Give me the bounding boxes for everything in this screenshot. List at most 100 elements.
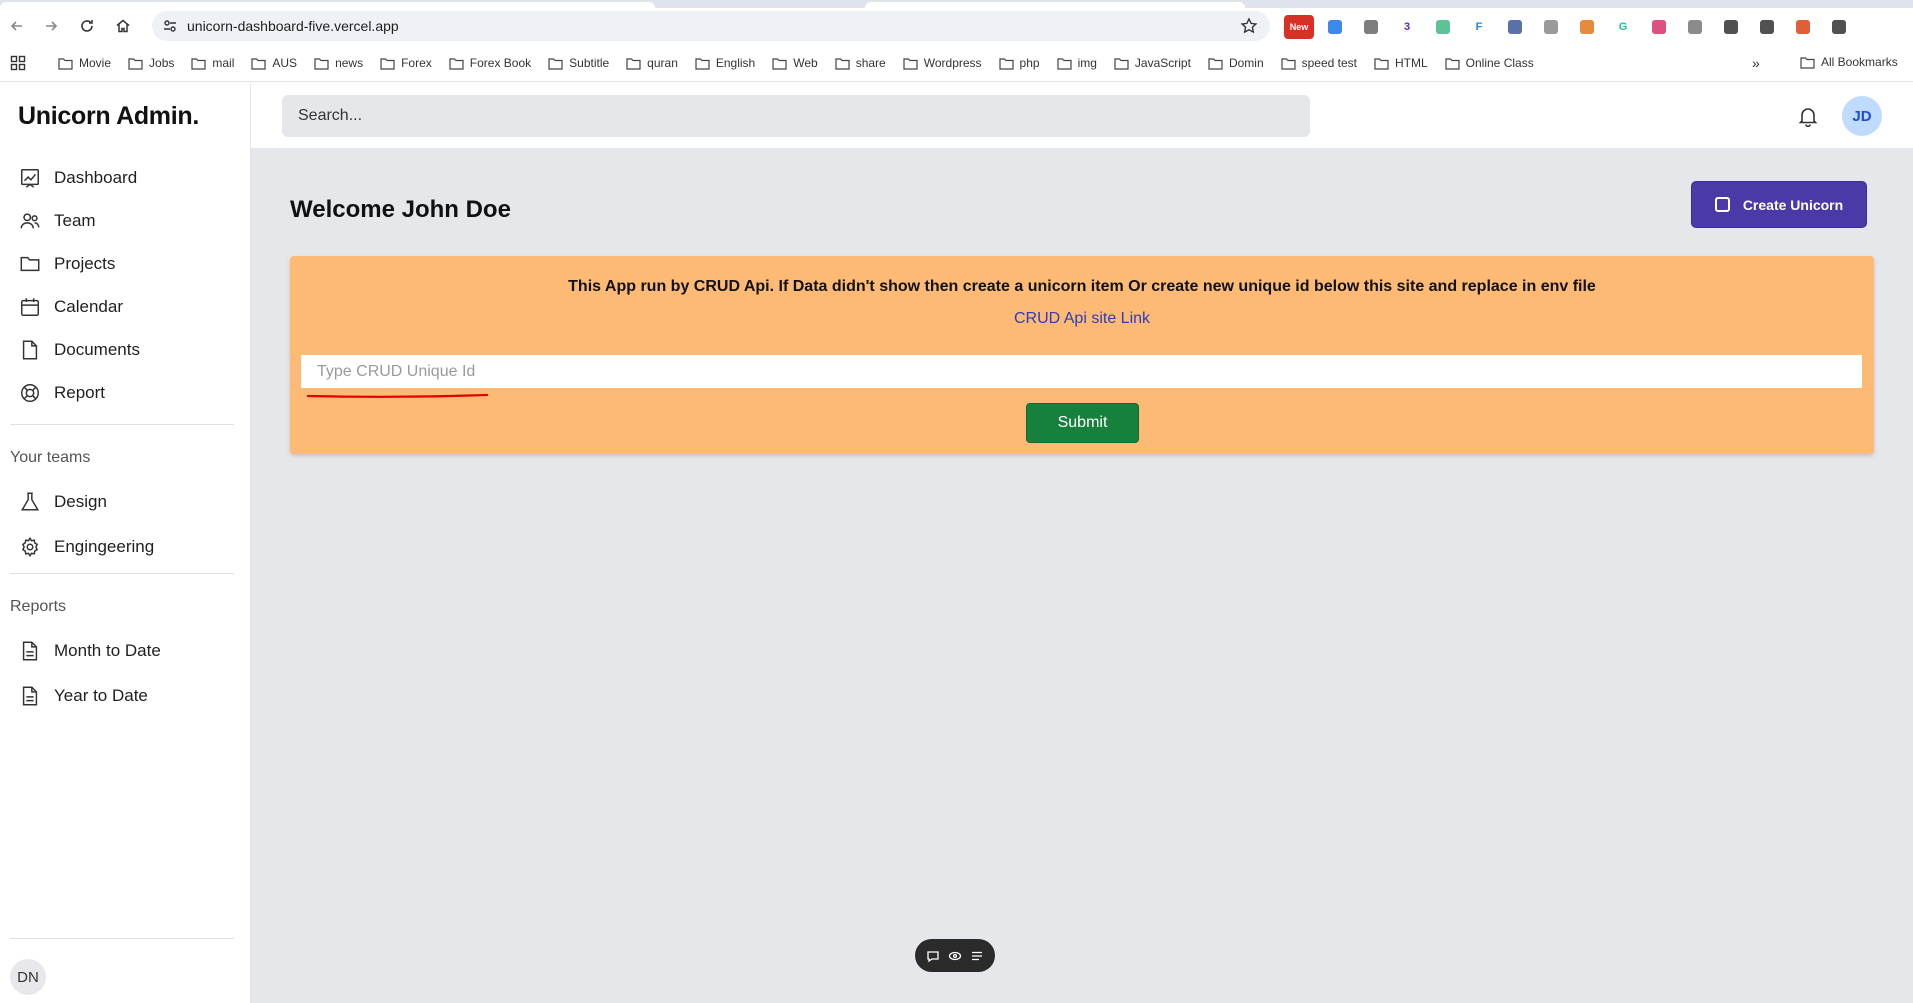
reload-icon[interactable] bbox=[74, 13, 100, 39]
bookmark-item[interactable]: quran bbox=[626, 56, 678, 70]
avatar[interactable]: JD bbox=[1842, 96, 1882, 136]
cloud-extension-icon[interactable] bbox=[1356, 15, 1386, 39]
menu-dots-icon[interactable] bbox=[1824, 15, 1854, 39]
bookmark-item[interactable]: Web bbox=[772, 56, 818, 70]
forward-arrow-icon[interactable] bbox=[38, 13, 64, 39]
bookmark-item[interactable]: mail bbox=[191, 56, 234, 70]
bookmark-item[interactable]: php bbox=[998, 56, 1040, 70]
folder-icon bbox=[835, 57, 850, 70]
sidebar-item-design[interactable]: Design bbox=[18, 487, 107, 517]
pen-extension-icon[interactable] bbox=[1500, 15, 1530, 39]
bookmark-list: Movie Jobs mail AUS news Forex Forex Book Subti… bbox=[58, 44, 1551, 82]
sidebar-item-year-to-date[interactable]: Year to Date bbox=[18, 681, 148, 711]
profile-extension-icon[interactable] bbox=[1788, 15, 1818, 39]
sidebar-item-engineering[interactable]: Engingeering bbox=[18, 532, 154, 562]
sidebar-divider bbox=[10, 938, 234, 939]
sidebar-item-label: Month to Date bbox=[54, 641, 161, 660]
users-icon bbox=[18, 209, 42, 233]
grammarly-extension-icon[interactable]: G bbox=[1608, 15, 1638, 39]
bookmark-item[interactable]: Forex bbox=[380, 56, 432, 70]
crud-api-link[interactable]: CRUD Api site Link bbox=[290, 310, 1874, 328]
bookmark-label: quran bbox=[647, 56, 678, 70]
bookmark-label: mail bbox=[212, 56, 235, 70]
bookmark-item[interactable]: img bbox=[1056, 56, 1097, 70]
sidebar-item-month-to-date[interactable]: Month to Date bbox=[18, 636, 161, 666]
folder-icon bbox=[1800, 56, 1815, 69]
site-settings-icon[interactable] bbox=[162, 18, 178, 34]
bookmark-item[interactable]: share bbox=[835, 56, 886, 70]
bookmark-item[interactable]: Subtitle bbox=[548, 56, 609, 70]
url-text[interactable]: unicorn-dashboard-five.vercel.app bbox=[187, 18, 399, 34]
sidebar-item-projects[interactable]: Projects bbox=[18, 249, 115, 279]
sidebar-item-documents[interactable]: Documents bbox=[18, 335, 140, 365]
fox-extension-icon[interactable] bbox=[1572, 15, 1602, 39]
folder-icon bbox=[191, 57, 206, 70]
new-badge-extension-icon[interactable]: New bbox=[1284, 15, 1314, 39]
bookmark-item[interactable]: HTML bbox=[1374, 56, 1428, 70]
folder-icon bbox=[380, 57, 395, 70]
search-input[interactable] bbox=[282, 95, 1310, 137]
bookmark-item[interactable]: Domin bbox=[1208, 56, 1264, 70]
bookmark-label: JavaScript bbox=[1134, 56, 1191, 70]
sidebar-divider bbox=[10, 573, 234, 574]
vue-extension-icon[interactable] bbox=[1428, 15, 1458, 39]
bookmark-item[interactable]: news bbox=[314, 56, 363, 70]
calendar-icon bbox=[18, 295, 42, 319]
all-bookmarks-button[interactable]: All Bookmarks bbox=[1800, 55, 1898, 69]
bookmark-item[interactable]: speed test bbox=[1281, 56, 1357, 70]
bell-icon[interactable] bbox=[1797, 105, 1819, 127]
bookmark-item[interactable]: AUS bbox=[251, 56, 297, 70]
bookmark-label: speed test bbox=[1301, 56, 1357, 70]
user-avatar[interactable]: DN bbox=[10, 959, 46, 995]
bookmarks-bar: Movie Jobs mail AUS news Forex Forex Book Subti… bbox=[0, 44, 1913, 82]
sidebar-item-team[interactable]: Team bbox=[18, 206, 96, 236]
bookmark-star-icon[interactable] bbox=[1240, 17, 1258, 35]
bookmark-item[interactable]: Movie bbox=[58, 56, 111, 70]
bookmark-label: Jobs bbox=[149, 56, 175, 70]
app-logo[interactable]: Unicorn Admin. bbox=[18, 102, 199, 131]
red-underline-annotation bbox=[307, 393, 488, 398]
bookmark-label: img bbox=[1077, 56, 1097, 70]
bookmark-label: Movie bbox=[79, 56, 112, 70]
eye-icon[interactable] bbox=[948, 949, 962, 963]
cog-icon bbox=[18, 535, 42, 559]
reports-section-title: Reports bbox=[10, 598, 67, 615]
submit-button[interactable]: Submit bbox=[1026, 403, 1139, 443]
apps-grid-icon[interactable] bbox=[10, 55, 26, 71]
document-icon bbox=[18, 639, 42, 663]
sidebar-item-report[interactable]: Report bbox=[18, 378, 105, 408]
bookmark-label: Online Class bbox=[1465, 56, 1534, 70]
back-arrow-icon[interactable] bbox=[4, 13, 30, 39]
sidebar-item-dashboard[interactable]: Dashboard bbox=[18, 163, 137, 193]
bookmark-label: share bbox=[855, 56, 886, 70]
bookmark-item[interactable]: Wordpress bbox=[903, 56, 982, 70]
bookmark-item[interactable]: Online Class bbox=[1445, 56, 1534, 70]
address-bar[interactable]: unicorn-dashboard-five.vercel.app bbox=[152, 11, 1270, 41]
sidebar-item-calendar[interactable]: Calendar bbox=[18, 292, 123, 322]
folder-icon bbox=[772, 57, 787, 70]
graduation-extension-icon[interactable]: 3 bbox=[1392, 15, 1422, 39]
comment-icon[interactable] bbox=[926, 949, 940, 963]
bookmark-label: English bbox=[715, 56, 756, 70]
puzzle-extension-icon[interactable] bbox=[1716, 15, 1746, 39]
reading-list-icon[interactable] bbox=[1752, 15, 1782, 39]
menu-icon[interactable] bbox=[970, 949, 984, 963]
document-icon bbox=[18, 684, 42, 708]
book-extension-icon[interactable] bbox=[1680, 15, 1710, 39]
crud-unique-id-input[interactable] bbox=[301, 355, 1862, 388]
bookmarks-overflow-button[interactable]: » bbox=[1752, 55, 1760, 71]
bookmark-item[interactable]: JavaScript bbox=[1114, 56, 1191, 70]
bookmark-item[interactable]: Jobs bbox=[128, 56, 174, 70]
flask-icon bbox=[18, 490, 42, 514]
home-icon[interactable] bbox=[110, 13, 136, 39]
f-extension-icon[interactable]: F bbox=[1464, 15, 1494, 39]
create-unicorn-button[interactable]: Create Unicorn bbox=[1691, 181, 1867, 228]
browser-toolbar: unicorn-dashboard-five.vercel.app New 3 F G bbox=[0, 8, 1913, 44]
translate-extension-icon[interactable] bbox=[1320, 15, 1350, 39]
main-content: Welcome John Doe Create Unicorn This App… bbox=[251, 149, 1913, 1003]
bookmark-item[interactable]: English bbox=[695, 56, 755, 70]
bookmark-item[interactable]: Forex Book bbox=[449, 56, 531, 70]
circle-extension-icon[interactable] bbox=[1536, 15, 1566, 39]
co-extension-icon[interactable] bbox=[1644, 15, 1674, 39]
sidebar-item-label: Team bbox=[54, 211, 96, 230]
